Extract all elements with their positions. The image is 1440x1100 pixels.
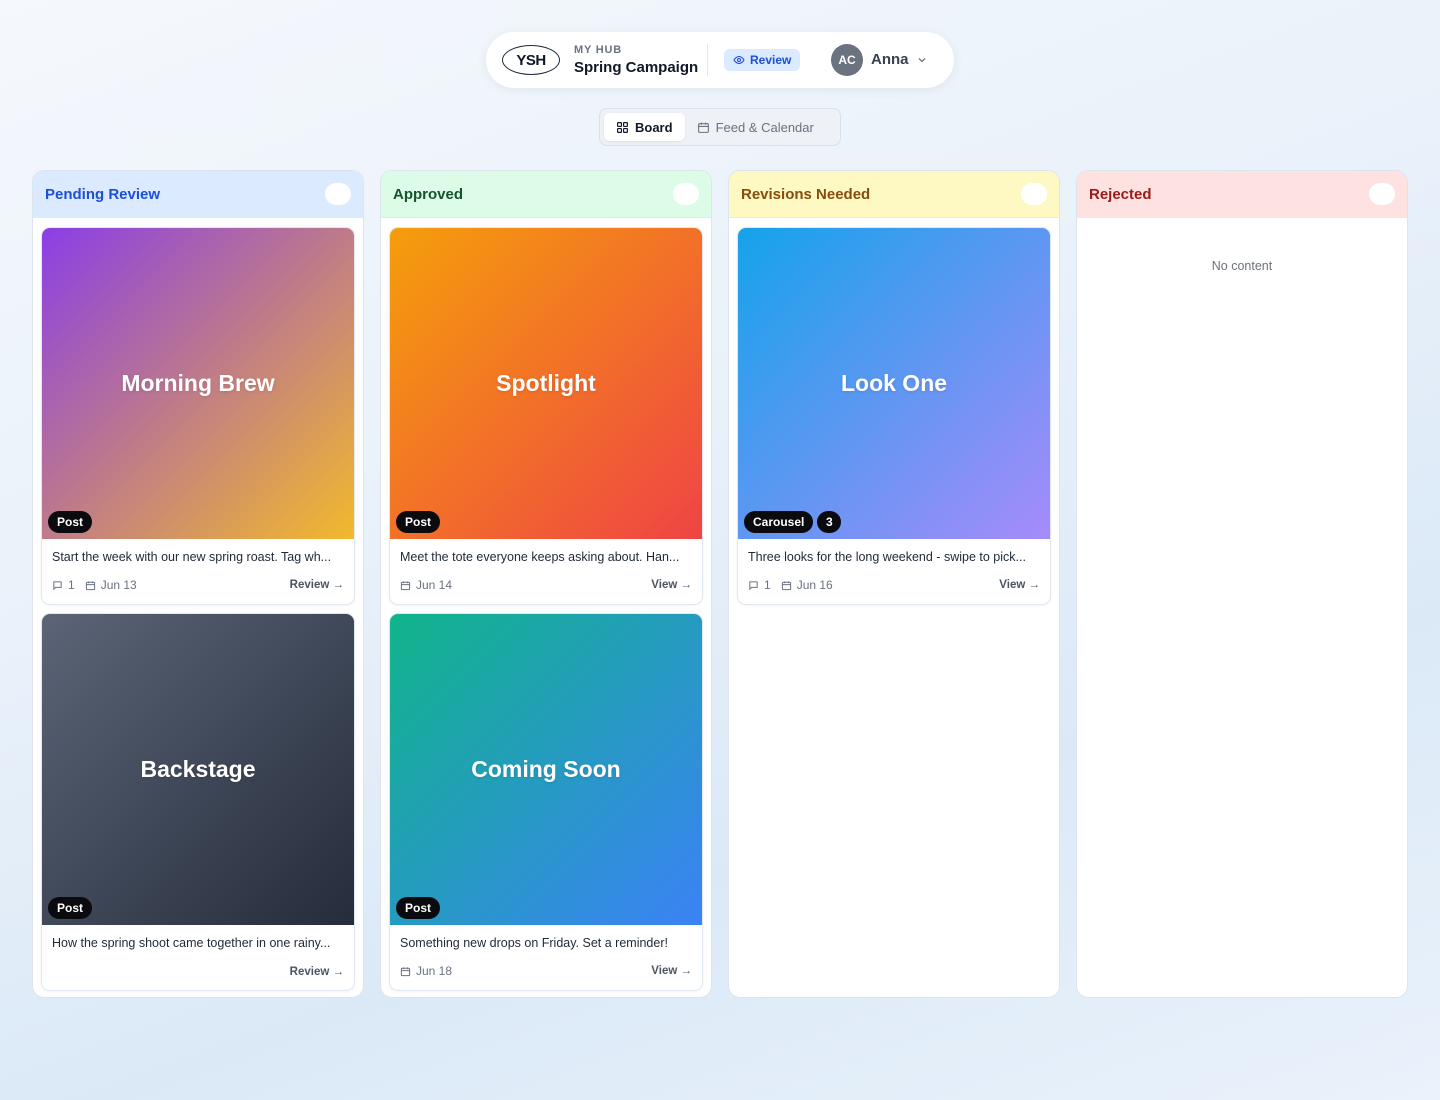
content-card[interactable]: Spotlight Post Meet the tote everyone keep…	[389, 227, 703, 605]
thumbnail-title: Backstage	[140, 756, 256, 782]
comment-count-text: 1	[68, 578, 75, 592]
card-meta: 1 Jun 13 Review →	[52, 578, 344, 592]
card-date: Jun 13	[85, 578, 137, 592]
comment-count: 1	[748, 578, 771, 592]
column-title: Rejected	[1089, 185, 1152, 203]
content-type-badge: Post	[48, 511, 93, 533]
card-date-text: Jun 18	[416, 964, 453, 978]
card-caption: How the spring shoot came together in on…	[52, 936, 331, 950]
card-action-link[interactable]: Review →	[290, 579, 344, 591]
board-column: Approved Spotlight Post Meet the tote every…	[380, 170, 712, 998]
column-count-badge	[1369, 183, 1395, 205]
comment-icon	[748, 580, 759, 591]
column-title: Pending Review	[45, 185, 161, 203]
card-caption: Meet the tote everyone keeps asking abou…	[400, 550, 680, 564]
tab-board[interactable]: Board	[604, 113, 685, 141]
card-date: Jun 16	[781, 578, 833, 592]
card-date: Jun 14	[400, 578, 452, 592]
content-card[interactable]: Coming Soon Post Something new drops on Fr…	[389, 613, 703, 991]
content-type-badge: Post	[48, 897, 93, 919]
card-action-link[interactable]: View →	[651, 579, 692, 591]
column-header: Pending Review	[33, 171, 363, 218]
card-meta: Review →	[52, 966, 344, 978]
type-pill: Post	[396, 511, 441, 533]
thumbnail-title: Spotlight	[496, 370, 596, 396]
card-action-link[interactable]: View →	[651, 965, 692, 977]
tab-feed-label: Feed & Calendar	[715, 119, 814, 135]
grid-icon	[616, 121, 629, 134]
type-pill: Post	[48, 897, 93, 919]
type-pill: Post	[48, 511, 93, 533]
user-name[interactable]: Anna	[871, 51, 909, 68]
content-type-badge: Post	[396, 897, 441, 919]
hub-label: MY HUB	[574, 44, 622, 56]
column-count-badge	[1021, 183, 1047, 205]
card-thumbnail[interactable]: Coming Soon Post	[390, 614, 702, 925]
calendar-icon	[697, 121, 710, 134]
calendar-icon	[85, 580, 96, 591]
review-badge-label: Review	[750, 53, 792, 67]
card-thumbnail[interactable]: Spotlight Post	[390, 228, 702, 539]
column-header: Revisions Needed	[729, 171, 1059, 218]
card-caption: Start the week with our new spring roast…	[52, 550, 332, 564]
calendar-icon	[400, 580, 411, 591]
thumbnail-title: Coming Soon	[471, 756, 621, 782]
review-mode-badge: Review	[724, 49, 801, 71]
view-toggle: Board Feed & Calendar	[599, 108, 841, 146]
card-meta: Jun 18 View →	[400, 964, 692, 978]
column-title: Revisions Needed	[741, 185, 871, 203]
content-card[interactable]: Look One Carousel 3 Three looks for the lon…	[737, 227, 1051, 605]
eye-icon	[733, 54, 745, 66]
card-caption: Something new drops on Friday. Set a rem…	[400, 936, 668, 950]
hub-block: MY HUB Spring Campaign	[574, 44, 698, 76]
column-header: Approved	[381, 171, 711, 218]
thumbnail-title: Morning Brew	[121, 370, 275, 396]
board-column: Revisions Needed Look One Carousel 3 Three l…	[728, 170, 1060, 998]
header-divider	[707, 44, 708, 76]
board-column: Rejected No content	[1076, 170, 1408, 998]
card-action-link[interactable]: View →	[999, 579, 1040, 591]
tab-board-label: Board	[635, 119, 673, 135]
column-title: Approved	[393, 185, 464, 203]
empty-state-text: No content	[1211, 259, 1273, 273]
content-card[interactable]: Backstage Post How the spring shoot came t…	[41, 613, 355, 991]
avatar-initials: AC	[838, 53, 856, 67]
card-thumbnail[interactable]: Look One Carousel 3	[738, 228, 1050, 539]
type-pill: Post	[396, 897, 441, 919]
content-card[interactable]: Morning Brew Post Start the week with our …	[41, 227, 355, 605]
tab-feed-calendar[interactable]: Feed & Calendar	[685, 113, 826, 141]
card-thumbnail[interactable]: Morning Brew Post	[42, 228, 354, 539]
content-type-badge: Post	[396, 511, 441, 533]
card-action-link[interactable]: Review →	[290, 966, 344, 978]
chevron-down-icon[interactable]	[916, 54, 928, 66]
card-date: Jun 18	[400, 964, 452, 978]
board-column: Pending Review Morning Brew Post Start the …	[32, 170, 364, 998]
card-date-text: Jun 13	[100, 578, 137, 592]
card-caption: Three looks for the long weekend - swipe…	[748, 550, 1026, 564]
slide-count-pill: 3	[817, 511, 842, 533]
type-pill: Carousel	[744, 511, 814, 533]
top-header: YSH MY HUB Spring Campaign Review AC Ann…	[486, 32, 954, 88]
card-date-text: Jun 16	[796, 578, 833, 592]
calendar-icon	[400, 966, 411, 977]
card-date-text: Jun 14	[416, 578, 453, 592]
logo-text: YSH	[516, 51, 546, 69]
comment-icon	[52, 580, 63, 591]
card-meta: Jun 14 View →	[400, 578, 692, 592]
campaign-title: Spring Campaign	[574, 59, 699, 76]
card-meta: 1 Jun 16 View →	[748, 578, 1040, 592]
column-header: Rejected	[1077, 171, 1407, 218]
column-count-badge	[673, 183, 699, 205]
brand-logo[interactable]: YSH	[502, 45, 560, 75]
content-type-badge: Carousel 3	[744, 511, 842, 533]
avatar[interactable]: AC	[831, 44, 863, 76]
comment-count: 1	[52, 578, 75, 592]
column-count-badge	[325, 183, 351, 205]
comment-count-text: 1	[764, 578, 771, 592]
calendar-icon	[781, 580, 792, 591]
card-thumbnail[interactable]: Backstage Post	[42, 614, 354, 925]
thumbnail-title: Look One	[840, 370, 948, 396]
